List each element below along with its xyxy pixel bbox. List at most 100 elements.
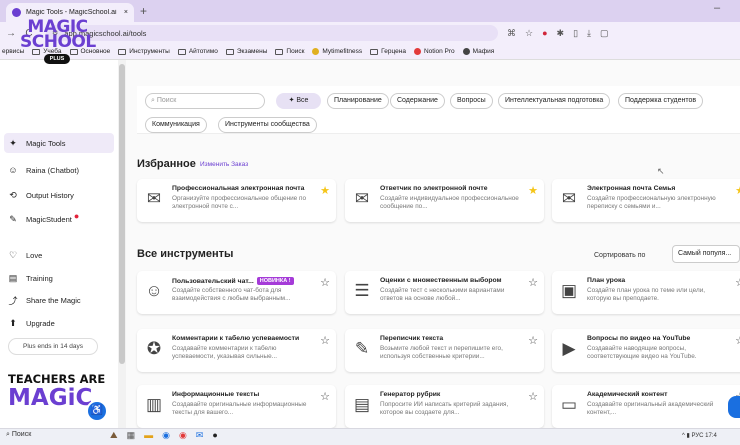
sort-select[interactable]: Самый популя... (672, 245, 740, 263)
bookmark-star-icon[interactable]: ☆ (525, 28, 533, 39)
taskbar-search-label: Поиск (11, 431, 32, 438)
tool-card[interactable]: ✉ Ответчик по электронной почте Создайте и… (345, 179, 544, 222)
tool-card[interactable]: ✉ Профессиональная электронная почта Орган… (137, 179, 336, 222)
accessibility-icon[interactable]: ♿ (86, 400, 108, 422)
tool-card[interactable]: ▣ План урока Создайте план урока по теме и… (552, 271, 740, 314)
scrollbar-thumb[interactable] (119, 64, 125, 364)
whiteboard-icon: ▣ (560, 281, 578, 300)
favorite-star-icon[interactable]: ☆ (320, 276, 330, 289)
new-tab-button[interactable]: + (140, 4, 147, 18)
bookmark-item[interactable]: Инструменты (118, 48, 170, 55)
extension-icon[interactable]: ● (542, 28, 547, 38)
bookmark-item[interactable]: Экзамены (225, 48, 267, 55)
tool-card[interactable]: ▭ Академический контент Создавайте оригина… (552, 385, 740, 428)
bookmark-item[interactable]: Notion Pro (413, 48, 455, 55)
bookmark-item[interactable]: Поиск (275, 48, 304, 55)
magicschool-logo[interactable]: MAGIC SCHOOL (20, 19, 96, 51)
sidebar-item-output-history[interactable]: ⟲ Output History (4, 185, 114, 205)
filter-chip[interactable]: Планирование (327, 93, 389, 109)
tool-search-input[interactable]: ⌕ Поиск (145, 93, 265, 109)
sidebar-item-share-the-magic[interactable]: ⤴ Share the Magic (4, 290, 114, 310)
address-bar[interactable]: ⚙ app.magicschool.ai/tools (46, 25, 498, 41)
tool-card[interactable]: ✉ Электронная почта Семья Создайте професс… (552, 179, 740, 222)
favorite-star-icon[interactable]: ★ (528, 184, 538, 197)
sidebar-item-love[interactable]: ♡ Love (4, 245, 114, 265)
filter-chip[interactable]: Поддержка студентов (618, 93, 704, 109)
history-icon: ⟲ (9, 189, 17, 200)
bookmark-item[interactable]: Айтотимо (177, 48, 218, 55)
file-explorer-icon[interactable]: ▬ (144, 430, 153, 441)
tool-card[interactable]: ▥ Информационные тексты Создавайте оригина… (137, 385, 336, 428)
video-icon: ▶ (562, 339, 576, 358)
sort-label: Сортировать по (594, 252, 646, 259)
favorite-star-icon[interactable]: ★ (735, 184, 740, 197)
sidebar-item-label: Training (26, 273, 53, 283)
teachers-are-banner: TEACHERS ARE (8, 372, 106, 386)
tab-close-icon[interactable]: × (124, 9, 128, 16)
mail-icon[interactable]: ✉ (196, 430, 204, 441)
tool-card[interactable]: ✪ Комментарии к табелю успеваемости Создав… (137, 329, 336, 372)
tool-card-title: Вопросы по видео на YouTube (587, 335, 727, 342)
plus-ends-button[interactable]: Plus ends in 14 days (8, 338, 98, 355)
minimize-window-icon[interactable]: – (714, 2, 720, 14)
filter-chip[interactable]: Вопросы (450, 93, 493, 109)
edge-icon[interactable]: ◉ (162, 430, 170, 441)
task-view-icon[interactable]: ▦ (127, 430, 136, 441)
forward-icon[interactable]: → (4, 28, 18, 39)
app-icon[interactable]: ● (212, 430, 217, 441)
folder-icon (177, 48, 186, 55)
favorite-star-icon[interactable]: ☆ (735, 334, 740, 347)
favorite-star-icon[interactable]: ★ (320, 184, 330, 197)
side-panel-icon[interactable]: ▯ (573, 28, 578, 39)
tool-card-description: Создайте тест с несколькими вариантами о… (380, 287, 505, 302)
share-icon: ⤴ (8, 295, 18, 306)
favorite-star-icon[interactable]: ☆ (320, 390, 330, 403)
help-chat-icon[interactable] (728, 396, 740, 418)
upgrade-icon: ⬆ (9, 317, 17, 328)
rewrite-icon: ✎ (354, 339, 370, 358)
folder-icon (275, 48, 284, 55)
taskbar-search[interactable]: ⌕ Поиск (6, 431, 31, 439)
tool-card-title: Оценки с множественным выбором (380, 277, 520, 284)
favorite-star-icon[interactable]: ☆ (528, 390, 538, 403)
landscape-widget-icon[interactable]: ⛰ (110, 430, 118, 441)
tool-card[interactable]: ✎ Переписчик текста Возьмите любой текст и… (345, 329, 544, 372)
favorite-star-icon[interactable]: ☆ (320, 334, 330, 347)
favorite-star-icon[interactable]: ☆ (735, 276, 740, 289)
filter-all-button[interactable]: ✦ Все (276, 93, 321, 109)
battery-icon: ▮ (686, 433, 690, 439)
favorite-star-icon[interactable]: ☆ (528, 334, 538, 347)
sidebar-item-magicstudent[interactable]: ✎ MagicStudent ● (4, 209, 114, 229)
favorite-star-icon[interactable]: ☆ (528, 276, 538, 289)
mouse-cursor-icon: ↖ (657, 166, 665, 176)
folder-icon (225, 48, 234, 55)
tool-card[interactable]: ☺ Пользовательский чат... НОВИНКА ! Создайт… (137, 271, 336, 314)
bookmark-item[interactable]: Герцена (370, 48, 406, 55)
download-icon[interactable]: ⤓ (587, 28, 591, 39)
sidebar-item-magic-tools[interactable]: ✦ Magic Tools (4, 133, 114, 153)
extensions-puzzle-icon[interactable]: ✱ (557, 28, 565, 39)
tool-card-description: Создавайте оригинальный академический ко… (587, 401, 714, 416)
tool-card[interactable]: ☰ Оценки с множественным выбором Создайте … (345, 271, 544, 314)
sidebar-item-upgrade[interactable]: ⬆ Upgrade (4, 313, 114, 333)
tool-card-title-text: Академический контент (587, 391, 668, 398)
sidebar-item-training[interactable]: ▤ Training (4, 268, 114, 288)
filter-chip[interactable]: Интеллектуальная подготовка (498, 93, 611, 109)
tool-card-title-text: Информационные тексты (172, 391, 260, 398)
sidebar-item-raina-chatbot[interactable]: ☺ Raina (Chatbot) (4, 160, 114, 180)
bookmark-item[interactable]: Мафия (462, 48, 494, 55)
tray-text: РУС 17:4 (691, 433, 717, 439)
tool-card[interactable]: ▤ Генератор рубрик Попросите ИИ написать к… (345, 385, 544, 428)
chrome-icon[interactable]: ◉ (179, 430, 187, 441)
address-bar-row: → C ⚙ app.magicschool.ai/tools ⌘ ☆ ● ✱ ▯… (0, 22, 740, 44)
tray-chevron-icon[interactable]: ^ (682, 433, 685, 439)
filter-chip[interactable]: Инструменты сообщества (218, 117, 317, 133)
tool-card-title: План урока (587, 277, 727, 284)
filter-chip[interactable]: Содержание (390, 93, 445, 109)
tool-card[interactable]: ▶ Вопросы по видео на YouTube Создавайте н… (552, 329, 740, 372)
translate-icon[interactable]: ⌘ (507, 28, 516, 39)
change-order-link[interactable]: Изменить Заказ (200, 161, 248, 168)
bookmark-item[interactable]: Mytimefitness (312, 48, 362, 55)
filter-chip[interactable]: Коммуникация (145, 117, 207, 133)
profile-icon[interactable]: ▢ (600, 28, 609, 39)
